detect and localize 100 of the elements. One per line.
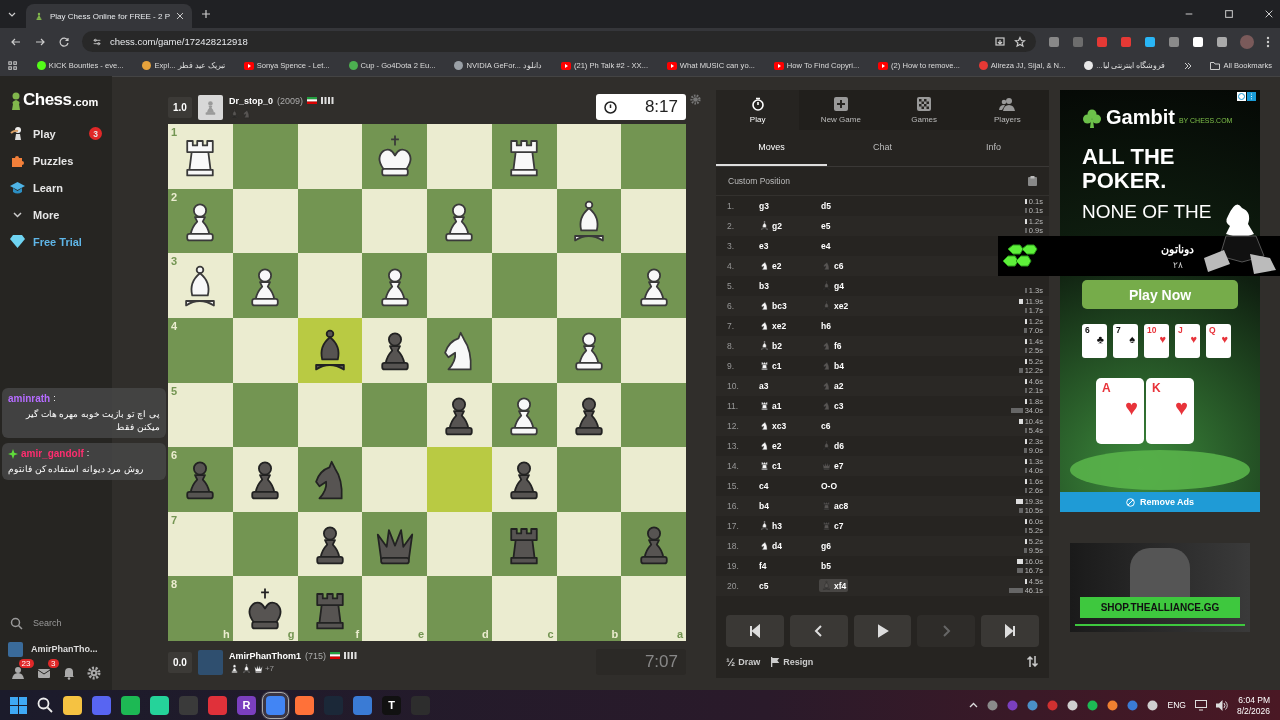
- move-notation[interactable]: b5: [819, 560, 833, 572]
- move-notation[interactable]: e2: [757, 439, 784, 452]
- move-notation[interactable]: e5: [819, 220, 833, 232]
- tray-icon[interactable]: [987, 699, 999, 711]
- nav-item[interactable]: Puzzles: [0, 147, 112, 174]
- nav-item[interactable]: More: [0, 201, 112, 228]
- board-square[interactable]: [232, 447, 298, 512]
- move-notation[interactable]: c1: [757, 359, 784, 372]
- move-notation[interactable]: f4: [757, 560, 769, 572]
- board-square[interactable]: [362, 511, 427, 577]
- player-name[interactable]: AmirPhanThom1: [228, 650, 301, 661]
- taskbar-app[interactable]: [295, 695, 314, 715]
- move-notation[interactable]: h3: [757, 519, 784, 532]
- install-icon[interactable]: [994, 35, 1006, 48]
- close-icon[interactable]: [176, 12, 184, 20]
- tray-icon[interactable]: [1147, 699, 1159, 711]
- menu-icon[interactable]: [1266, 35, 1270, 48]
- logo-text[interactable]: Chess: [23, 90, 72, 110]
- taskbar-app[interactable]: R: [237, 695, 256, 715]
- move-notation[interactable]: g2: [757, 219, 784, 232]
- board-square[interactable]: [362, 317, 427, 383]
- move-notation[interactable]: e3: [757, 240, 771, 252]
- move-notation[interactable]: e7: [819, 459, 846, 472]
- tray-icon[interactable]: [1107, 699, 1119, 711]
- maximize-icon[interactable]: [1224, 9, 1234, 19]
- system-clock[interactable]: 6:04 PM 8/2/2026: [1236, 694, 1270, 716]
- board-square[interactable]: [427, 188, 492, 254]
- move-notation[interactable]: b3: [757, 280, 771, 292]
- move-notation[interactable]: xc3: [757, 419, 789, 432]
- board-square[interactable]: [491, 511, 557, 577]
- board-square[interactable]: [556, 317, 622, 383]
- panel-tab[interactable]: Info: [938, 130, 1049, 166]
- search-item[interactable]: Search: [0, 610, 112, 636]
- logo-suffix[interactable]: .com: [72, 96, 99, 110]
- resign-button[interactable]: Resign: [770, 656, 814, 667]
- move-notation[interactable]: c7: [819, 519, 846, 532]
- search-icon[interactable]: [37, 697, 53, 713]
- reload-icon[interactable]: [58, 35, 70, 48]
- move-notation[interactable]: b4: [819, 359, 846, 372]
- extension-icon[interactable]: [1216, 35, 1228, 48]
- taskbar-app[interactable]: [121, 695, 140, 715]
- move-notation[interactable]: g6: [819, 540, 833, 552]
- board-square[interactable]: [491, 447, 557, 512]
- board-square[interactable]: [362, 124, 427, 189]
- move-notation[interactable]: a2: [819, 379, 846, 392]
- nav-item[interactable]: Play 3: [0, 120, 112, 147]
- board-square[interactable]: [491, 382, 557, 448]
- browser-tab[interactable]: Play Chess Online for FREE - 2 P: [26, 4, 192, 28]
- move-notation[interactable]: h6: [819, 320, 833, 332]
- board-square[interactable]: [232, 253, 298, 318]
- move-notation[interactable]: bc3: [757, 299, 789, 312]
- navigation-button[interactable]: [726, 615, 784, 647]
- board-square[interactable]: [362, 253, 427, 318]
- move-notation[interactable]: c6: [819, 420, 833, 432]
- player-name[interactable]: Dr_stop_0: [228, 95, 273, 106]
- windows-start-icon[interactable]: [10, 696, 27, 714]
- move-notation[interactable]: g3: [757, 200, 771, 212]
- tray-icon[interactable]: [1027, 699, 1039, 711]
- tray-icon[interactable]: [1087, 699, 1099, 711]
- move-notation[interactable]: d5: [819, 200, 833, 212]
- apps-grid-icon[interactable]: [8, 60, 18, 71]
- move-notation[interactable]: b2: [757, 339, 784, 352]
- volume-icon[interactable]: [1215, 699, 1228, 711]
- settings-icon[interactable]: [86, 666, 101, 680]
- move-notation[interactable]: xf4: [819, 579, 849, 592]
- move-notation[interactable]: e4: [819, 240, 833, 252]
- move-notation[interactable]: ac8: [819, 499, 851, 512]
- move-notation[interactable]: d6: [819, 439, 846, 452]
- mail-icon[interactable]: [36, 666, 51, 680]
- board-square[interactable]: [621, 253, 686, 318]
- board-square[interactable]: [427, 317, 492, 383]
- draw-button[interactable]: ½ Draw: [726, 655, 761, 668]
- move-notation[interactable]: g4: [819, 279, 846, 292]
- taskbar-app[interactable]: [150, 695, 169, 715]
- bookmark-star-icon[interactable]: [1014, 35, 1026, 48]
- taskbar-app[interactable]: T: [382, 695, 401, 715]
- move-notation[interactable]: a1: [757, 399, 784, 412]
- tray-icon[interactable]: [1067, 699, 1079, 711]
- move-notation[interactable]: b4: [757, 500, 771, 512]
- move-notation[interactable]: c4: [757, 480, 771, 492]
- move-notation[interactable]: O-O: [819, 480, 840, 492]
- extension-icon[interactable]: [1192, 35, 1204, 48]
- move-notation[interactable]: e2: [757, 259, 784, 272]
- board-square[interactable]: [556, 188, 622, 254]
- move-notation[interactable]: a3: [757, 380, 771, 392]
- close-icon[interactable]: [1264, 9, 1274, 19]
- language-indicator[interactable]: ENG: [1167, 700, 1186, 710]
- clipboard-icon[interactable]: [1028, 176, 1037, 186]
- move-notation[interactable]: xe2: [819, 299, 851, 312]
- move-notation[interactable]: c6: [819, 259, 846, 272]
- chevron-up-icon[interactable]: [969, 700, 979, 710]
- nav-tab[interactable]: Games: [882, 90, 966, 130]
- board-square[interactable]: [297, 511, 363, 577]
- new-tab-icon[interactable]: [200, 8, 212, 20]
- flip-board-icon[interactable]: [1026, 655, 1039, 668]
- taskbar-app[interactable]: [63, 695, 82, 715]
- board-square[interactable]: [427, 382, 492, 448]
- nav-tab[interactable]: New Game: [799, 90, 883, 130]
- move-notation[interactable]: d4: [757, 539, 784, 552]
- board-square[interactable]: [297, 317, 363, 383]
